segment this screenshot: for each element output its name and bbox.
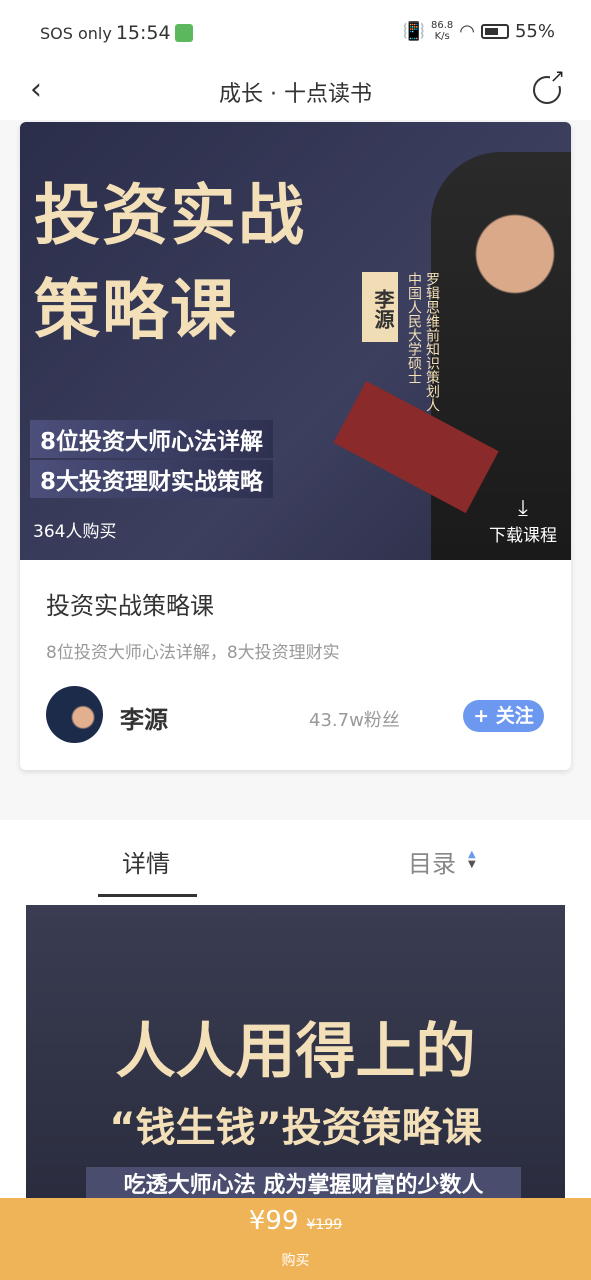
course-cover[interactable]: 投资实战 策略课 8位投资大师心法详解 8大投资理财实战策略 李源 罗辑思维前知… (20, 122, 571, 560)
cover-tag-2: 8大投资理财实战策略 (30, 460, 274, 498)
buyer-count: 364人购买 (33, 522, 117, 542)
battery-level: 55% (514, 20, 555, 42)
detail-line-2: “钱生钱”投资策略课 (109, 1105, 482, 1151)
app-notification-icon (174, 24, 193, 42)
tab-indicator (98, 894, 197, 897)
download-button[interactable]: ⤓ 下载课程 (489, 496, 557, 546)
tab-catalog[interactable]: 目录 (408, 844, 456, 879)
avatar[interactable] (46, 686, 103, 743)
share-icon[interactable] (533, 68, 565, 104)
sort-icon[interactable]: ▲ ▼ (468, 850, 476, 870)
network-speed: 86.8 K/s (431, 20, 454, 42)
buy-label: 购买 (281, 1253, 310, 1269)
cover-author-tag: 李源 (362, 272, 398, 342)
cover-headline-2: 策略课 (34, 272, 238, 349)
clock: 15:54 (115, 22, 171, 44)
course-card: 投资实战 策略课 8位投资大师心法详解 8大投资理财实战策略 李源 罗辑思维前知… (20, 122, 571, 770)
download-icon: ⤓ (518, 496, 528, 521)
detail-line-1: 人人用得上的 (115, 1017, 476, 1087)
detail-line-3: 吃透大师心法 成为掌握财富的少数人 (86, 1167, 521, 1199)
wifi-icon: ◠ (459, 20, 475, 42)
follow-button[interactable]: + 关注 (463, 700, 544, 732)
fan-count: 43.7w粉丝 (309, 710, 400, 731)
vibrate-icon: 📳 (402, 20, 425, 42)
page-title: 成长 · 十点读书 (219, 82, 372, 107)
tab-detail[interactable]: 详情 (122, 844, 170, 879)
battery-icon (480, 23, 509, 39)
detail-content: 人人用得上的 “钱生钱”投资策略课 吃透大师心法 成为掌握财富的少数人 (0, 900, 591, 1205)
nav-bar: ‹ 成长 · 十点读书 (0, 64, 591, 120)
author-name[interactable]: 李源 (120, 700, 168, 735)
buy-button[interactable]: ¥99 ¥199 购买 (0, 1198, 591, 1280)
cover-tag-1: 8位投资大师心法详解 (30, 420, 274, 458)
course-description: 8位投资大师心法详解，8大投资理财实 (46, 643, 340, 663)
price: ¥99 (248, 1206, 299, 1236)
cover-role-2: 中国人民大学硕士 (406, 272, 422, 384)
course-title: 投资实战策略课 (46, 592, 214, 620)
cover-headline-1: 投资实战 (34, 177, 306, 254)
detail-image: 人人用得上的 “钱生钱”投资策略课 吃透大师心法 成为掌握财富的少数人 (26, 905, 565, 1205)
carrier: SOS only (40, 23, 112, 43)
status-bar: SOS only 15:54 📳 86.8 K/s ◠ 55% (0, 0, 591, 64)
tab-bar: 详情 目录 ▲ ▼ (0, 820, 591, 900)
original-price: ¥199 (306, 1217, 343, 1233)
cover-role-1: 罗辑思维前知识策划人 (424, 272, 440, 412)
